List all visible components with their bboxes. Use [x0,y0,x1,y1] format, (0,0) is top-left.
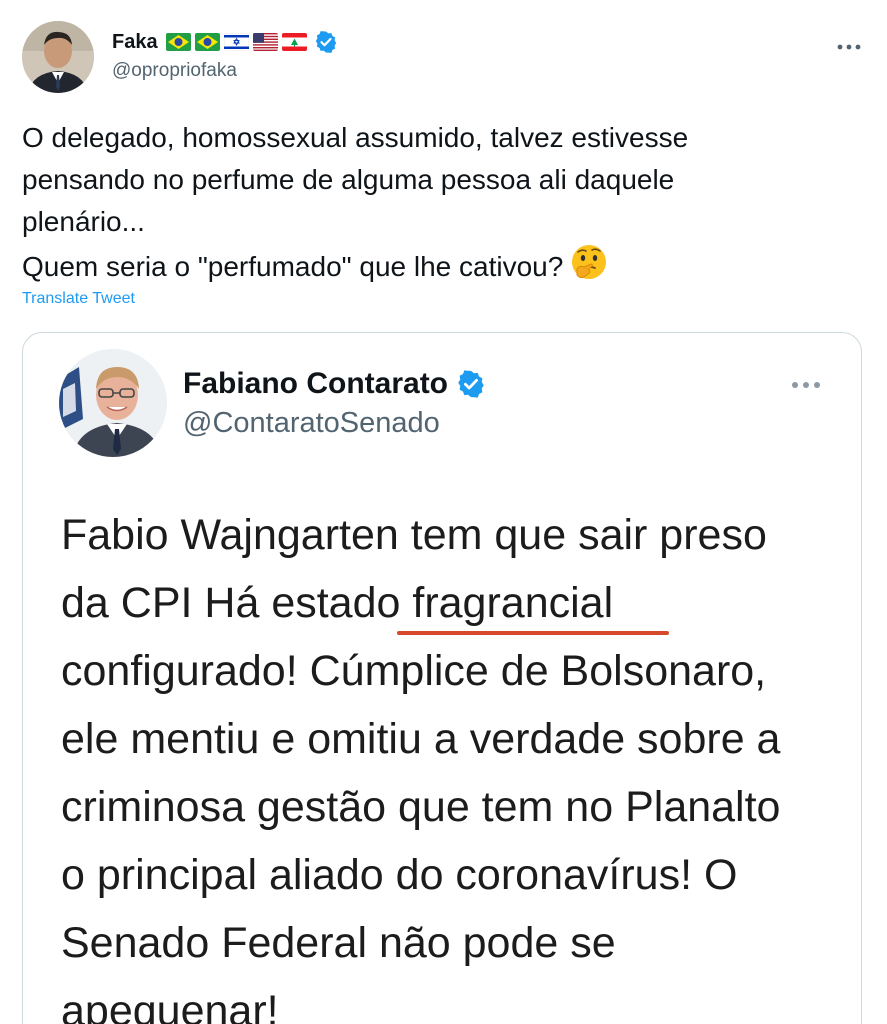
author-handle[interactable]: @opropriofaka [112,60,237,82]
red-underline-annotation [397,631,669,635]
tweet-screenshot: Faka @opropriofaka O delegado, homossexu… [0,0,887,1024]
author-display-name[interactable]: Faka [112,31,158,54]
author-avatar[interactable] [22,21,94,93]
quoted-text-line: ele mentiu e omitiu a verdade sobre a [61,715,781,763]
more-options-icon[interactable] [791,369,821,395]
quoted-tweet-text: Fabio Wajngarten tem que sair preso da C… [61,501,851,1024]
israel-flag-icon [223,33,249,51]
quoted-text-line: apequenar! [61,987,279,1024]
tweet-text: O delegado, homossexual assumido, talvez… [22,117,862,288]
tweet-text-line: Quem seria o "perfumado" que lhe cativou… [22,243,862,288]
lebanon-flag-icon [281,33,307,51]
more-options-icon[interactable] [837,30,861,56]
quoted-text-line: Senado Federal não pode se [61,919,616,967]
tweet-text-line: pensando no perfume de alguma pessoa ali… [22,164,675,195]
quoted-text-line: Fabio Wajngarten tem que sair preso [61,511,767,559]
usa-flag-icon [252,33,278,51]
quoted-text-line: criminosa gestão que tem no Planalto [61,783,781,831]
thinking-face-icon [569,243,609,283]
quoted-text-line: da CPI Há estado fragrancial [61,579,614,627]
tweet-text-line: O delegado, homossexual assumido, talvez… [22,122,689,153]
quoted-author-avatar[interactable] [59,349,167,457]
quoted-text-line: o principal aliado do coronavírus! O [61,851,738,899]
tweet-text-line: plenário... [22,206,145,237]
verified-badge-icon [456,369,486,399]
quoted-tweet-card[interactable]: Fabiano Contarato @ContaratoSenado Fabio… [22,332,862,1024]
quoted-author-display-name[interactable]: Fabiano Contarato [183,367,448,401]
quoted-text-line: configurado! Cúmplice de Bolsonaro, [61,647,767,695]
quoted-author-name-row: Fabiano Contarato [183,367,486,401]
brazil-flag-icon [194,33,220,51]
brazil-flag-icon [165,33,191,51]
tweet-text-line-content: Quem seria o "perfumado" que lhe cativou… [22,251,564,282]
quoted-author-handle[interactable]: @ContaratoSenado [183,407,440,440]
translate-tweet-link[interactable]: Translate Tweet [22,290,135,308]
verified-badge-icon [314,30,338,54]
author-name-row: Faka [112,28,338,56]
